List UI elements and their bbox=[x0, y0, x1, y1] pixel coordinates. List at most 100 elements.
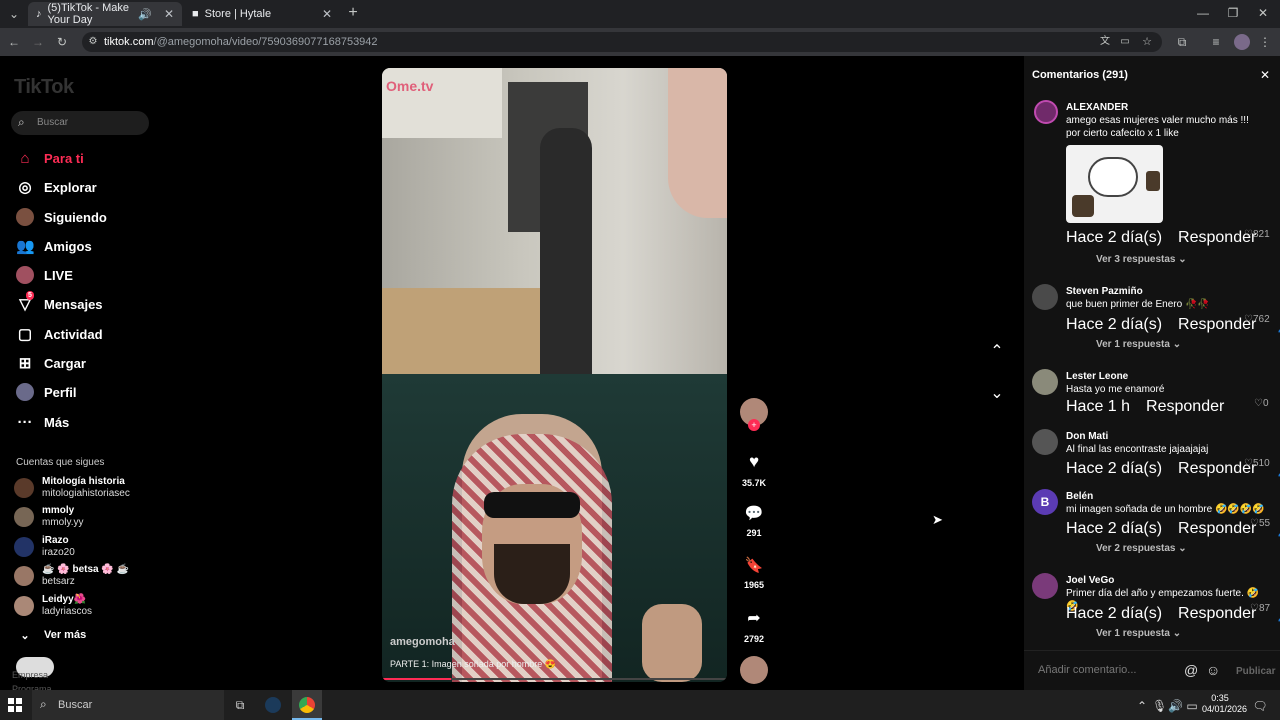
taskbar-search[interactable]: ⌕ Buscar bbox=[32, 690, 224, 720]
avatar[interactable] bbox=[1032, 369, 1058, 395]
following-item[interactable]: ☕ 🌸 betsa 🌸 ☕ betsarz bbox=[14, 564, 129, 588]
close-tab-icon[interactable]: ✕ bbox=[322, 7, 332, 21]
notifications-icon[interactable]: 🗨 bbox=[1252, 698, 1268, 714]
tray-chevron-icon[interactable]: ⌃ bbox=[1136, 698, 1148, 714]
mention-icon[interactable]: @ bbox=[1184, 662, 1198, 678]
comment-sticker-image[interactable] bbox=[1066, 145, 1163, 223]
close-comments-icon[interactable]: ✕ bbox=[1258, 67, 1272, 83]
url-text: tiktok.com/@amegomoha/video/759036907716… bbox=[104, 34, 378, 50]
chrome-menu-icon[interactable]: ⋮ bbox=[1258, 34, 1272, 50]
comment-like[interactable]: ♡55 bbox=[1250, 518, 1270, 529]
view-replies-button[interactable]: Ver 3 respuestas ⌄ bbox=[1096, 254, 1187, 265]
following-item[interactable]: iRazo irazo20 bbox=[14, 535, 75, 559]
creator-avatar-button[interactable]: + bbox=[740, 398, 768, 431]
taskbar-clock[interactable]: 0:35 04/01/2026 bbox=[1202, 693, 1247, 715]
reload-icon[interactable]: ↻ bbox=[54, 34, 70, 50]
extensions-icon[interactable]: ⧉ bbox=[1174, 34, 1190, 50]
close-tab-icon[interactable]: ✕ bbox=[164, 7, 174, 21]
video-author[interactable]: amegomoha bbox=[390, 636, 455, 648]
nav-para-ti[interactable]: ⌂ Para ti bbox=[16, 147, 83, 169]
translate-icon[interactable]: 文 bbox=[1098, 34, 1112, 50]
reply-button[interactable]: Responder bbox=[1178, 520, 1256, 537]
heart-icon: ♥ bbox=[748, 452, 760, 471]
forward-icon[interactable]: → bbox=[30, 34, 46, 50]
avatar[interactable] bbox=[1032, 284, 1058, 310]
comment-input[interactable]: Añadir comentario... bbox=[1038, 664, 1136, 676]
follow-plus-icon[interactable]: + bbox=[748, 419, 760, 431]
taskbar-search-input[interactable]: Buscar bbox=[58, 699, 92, 711]
site-info-icon[interactable]: ⚙ bbox=[86, 34, 100, 50]
volume-icon[interactable]: 🔊 bbox=[1168, 698, 1183, 714]
chevron-down-icon[interactable]: ⌄ bbox=[988, 386, 1006, 402]
comment-author[interactable]: Joel VeGo bbox=[1066, 574, 1271, 587]
following-item[interactable]: mmoly mmoly.yy bbox=[14, 505, 83, 529]
share-button[interactable]: ➦ 2792 bbox=[740, 608, 768, 644]
footer-empresa[interactable]: Empresa bbox=[12, 670, 48, 680]
nav-actividad[interactable]: ▢ Actividad bbox=[16, 323, 103, 345]
bookmark-star-icon[interactable]: ☆ bbox=[1140, 34, 1154, 50]
music-disc-avatar[interactable] bbox=[740, 656, 768, 684]
avatar[interactable] bbox=[1034, 100, 1058, 124]
window-close-icon[interactable]: ✕ bbox=[1256, 5, 1270, 21]
chevron-up-icon[interactable]: ⌃ bbox=[988, 344, 1006, 360]
avatar[interactable] bbox=[1032, 429, 1058, 455]
profile-avatar[interactable] bbox=[1234, 34, 1250, 50]
comment-author[interactable]: Belén bbox=[1066, 490, 1266, 503]
task-view-icon[interactable]: ⧉ bbox=[232, 697, 248, 713]
reply-button[interactable]: Responder bbox=[1178, 605, 1256, 622]
comment-like[interactable]: ♡0 bbox=[1254, 398, 1269, 409]
comment-like-count: 55 bbox=[1258, 518, 1271, 529]
windows-start-icon[interactable] bbox=[8, 698, 22, 712]
view-replies-button[interactable]: Ver 2 respuestas ⌄ bbox=[1096, 543, 1187, 554]
reply-button[interactable]: Responder bbox=[1146, 398, 1224, 415]
search-box[interactable]: ⌕ Buscar bbox=[11, 111, 149, 135]
audio-icon[interactable]: 🔊 bbox=[138, 8, 152, 21]
search-input[interactable]: Buscar bbox=[37, 117, 68, 128]
progress-track[interactable] bbox=[382, 678, 727, 680]
comment-like[interactable]: ♡821 bbox=[1244, 229, 1270, 240]
avatar[interactable] bbox=[1032, 573, 1058, 599]
tab-hytale[interactable]: ■ Store | Hytale ✕ bbox=[184, 2, 340, 26]
minimize-icon[interactable]: — bbox=[1196, 5, 1210, 21]
tab-tiktok[interactable]: ♪ (5)TikTok - Make Your Day 🔊 ✕ bbox=[28, 2, 182, 26]
restore-icon[interactable]: ❐ bbox=[1226, 5, 1240, 21]
tab-list-chevron-icon[interactable]: ⌄ bbox=[6, 6, 22, 22]
publish-button[interactable]: Publicar bbox=[1236, 666, 1275, 677]
comment-author[interactable]: Lester Leone bbox=[1066, 370, 1266, 383]
following-item[interactable]: Leidyy🌺 ladyriascos bbox=[14, 594, 92, 618]
view-replies-button[interactable]: Ver 1 respuesta ⌄ bbox=[1096, 628, 1181, 639]
like-button[interactable]: ♥ 35.7K bbox=[740, 452, 768, 488]
nav-cargar[interactable]: ⊞ Cargar bbox=[16, 352, 86, 374]
see-more-button[interactable]: ⌄ Ver más bbox=[16, 624, 86, 646]
emoji-icon[interactable]: ☺ bbox=[1206, 662, 1220, 678]
nav-siguiendo[interactable]: Siguiendo bbox=[16, 206, 107, 228]
media-control-icon[interactable]: ≡ bbox=[1208, 34, 1224, 50]
view-replies-button[interactable]: Ver 1 respuesta ⌄ bbox=[1096, 339, 1181, 350]
comment-like[interactable]: ♡510 bbox=[1244, 458, 1270, 469]
new-tab-icon[interactable]: + bbox=[346, 5, 360, 21]
nav-perfil[interactable]: Perfil bbox=[16, 381, 77, 403]
chrome-taskbar-icon[interactable] bbox=[292, 690, 322, 720]
save-button[interactable]: 🔖 1965 bbox=[740, 556, 768, 590]
video-player[interactable]: Ome.tv amegomoha PARTE 1: Imagen soñada … bbox=[382, 68, 727, 682]
comment-like[interactable]: ♡87 bbox=[1250, 603, 1270, 614]
back-icon[interactable]: ← bbox=[6, 34, 22, 50]
tab-title: Store | Hytale bbox=[204, 8, 272, 20]
comment-author[interactable]: Steven Pazmiño bbox=[1066, 285, 1266, 298]
nav-live[interactable]: LIVE bbox=[16, 264, 73, 286]
tiktok-logo[interactable]: TikTok bbox=[14, 76, 74, 99]
comment-button[interactable]: 💬 291 bbox=[740, 504, 768, 538]
avatar-letter-b[interactable]: B bbox=[1032, 489, 1058, 515]
microphone-icon[interactable]: 🎙 bbox=[1152, 698, 1167, 714]
nav-mensajes[interactable]: ▽ 5 Mensajes bbox=[16, 291, 103, 315]
comment-author[interactable]: Don Mati bbox=[1066, 430, 1266, 443]
steam-taskbar-icon[interactable] bbox=[258, 690, 288, 720]
network-icon[interactable]: ▭ bbox=[1186, 698, 1198, 714]
nav-amigos[interactable]: 👥 Amigos bbox=[16, 235, 92, 257]
comment-like[interactable]: ♡762 bbox=[1244, 314, 1270, 325]
following-item[interactable]: Mitología historia mitologiahistoriasec bbox=[14, 476, 130, 500]
cast-icon[interactable]: ▭ bbox=[1118, 34, 1132, 50]
comment-author[interactable]: ALEXANDER bbox=[1066, 101, 1266, 114]
nav-mas[interactable]: ··· Más bbox=[16, 411, 70, 433]
nav-explorar[interactable]: ◎ Explorar bbox=[16, 176, 96, 198]
